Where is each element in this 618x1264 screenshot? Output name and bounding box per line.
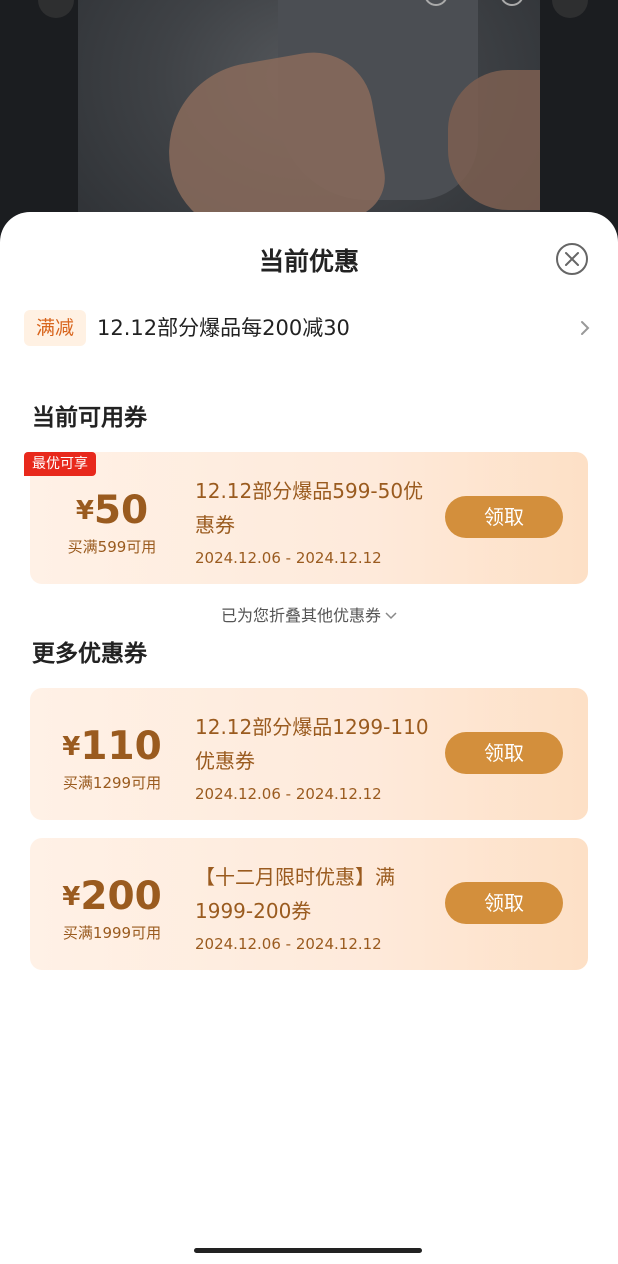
coupon-card: ¥200 买满1999可用 【十二月限时优惠】满1999-200券 2024.1… xyxy=(30,838,588,970)
promo-row[interactable]: 满减 12.12部分爆品每200减30 xyxy=(24,308,594,350)
coupon-condition: 买满1999可用 xyxy=(62,924,162,942)
currency-symbol: ¥ xyxy=(62,732,81,762)
chevron-right-icon xyxy=(581,321,590,335)
close-button[interactable] xyxy=(556,243,588,275)
sheet-title: 当前优惠 xyxy=(258,247,359,276)
coupon-date: 2024.12.06 - 2024.12.12 xyxy=(195,935,382,953)
available-coupons-title: 当前可用券 xyxy=(32,405,147,431)
coupon-amount: ¥200 xyxy=(30,874,194,919)
back-button[interactable] xyxy=(38,0,74,18)
coupon-value: 200 xyxy=(80,874,162,919)
chevron-down-icon xyxy=(385,612,397,620)
coupon-name: 12.12部分爆品1299-110优惠券 xyxy=(195,715,429,773)
coupon-date: 2024.12.06 - 2024.12.12 xyxy=(195,549,382,567)
currency-symbol: ¥ xyxy=(75,496,94,526)
folded-coupons-toggle[interactable]: 已为您折叠其他优惠券 xyxy=(0,602,618,626)
claim-button[interactable]: 领取 xyxy=(445,882,563,924)
claim-button[interactable]: 领取 xyxy=(445,496,563,538)
coupon-amount: ¥50 xyxy=(30,488,194,533)
photo-hand-right xyxy=(448,70,540,210)
claim-button[interactable]: 领取 xyxy=(445,732,563,774)
close-circle-icon xyxy=(565,252,579,266)
promo-text: 12.12部分爆品每200减30 xyxy=(97,316,350,340)
coupon-card: 最优可享 ¥50 买满599可用 12.12部分爆品599-50优惠券 2024… xyxy=(24,452,588,584)
coupon-name: 【十二月限时优惠】满1999-200券 xyxy=(195,865,395,923)
coupon-condition: 买满1299可用 xyxy=(62,774,162,792)
coupon-card: ¥110 买满1299可用 12.12部分爆品1299-110优惠券 2024.… xyxy=(30,688,588,820)
coupon-value: 110 xyxy=(80,724,162,769)
home-indicator[interactable] xyxy=(194,1248,422,1253)
promo-tag: 满减 xyxy=(24,310,86,346)
coupon-amount: ¥110 xyxy=(30,724,194,769)
coupon-condition: 买满599可用 xyxy=(67,538,157,556)
more-coupons-title: 更多优惠券 xyxy=(32,641,147,667)
coupon-name: 12.12部分爆品599-50优惠券 xyxy=(195,479,424,537)
more-button[interactable] xyxy=(552,0,588,18)
currency-symbol: ¥ xyxy=(62,882,81,912)
coupon-sheet: 当前优惠 满减 12.12部分爆品每200减30 当前可用券 最优可享 ¥50 … xyxy=(0,212,618,1264)
best-offer-badge: 最优可享 xyxy=(24,452,96,476)
coupon-date: 2024.12.06 - 2024.12.12 xyxy=(195,785,382,803)
fold-note-text: 已为您折叠其他优惠券 xyxy=(220,606,381,625)
coupon-value: 50 xyxy=(93,488,149,533)
